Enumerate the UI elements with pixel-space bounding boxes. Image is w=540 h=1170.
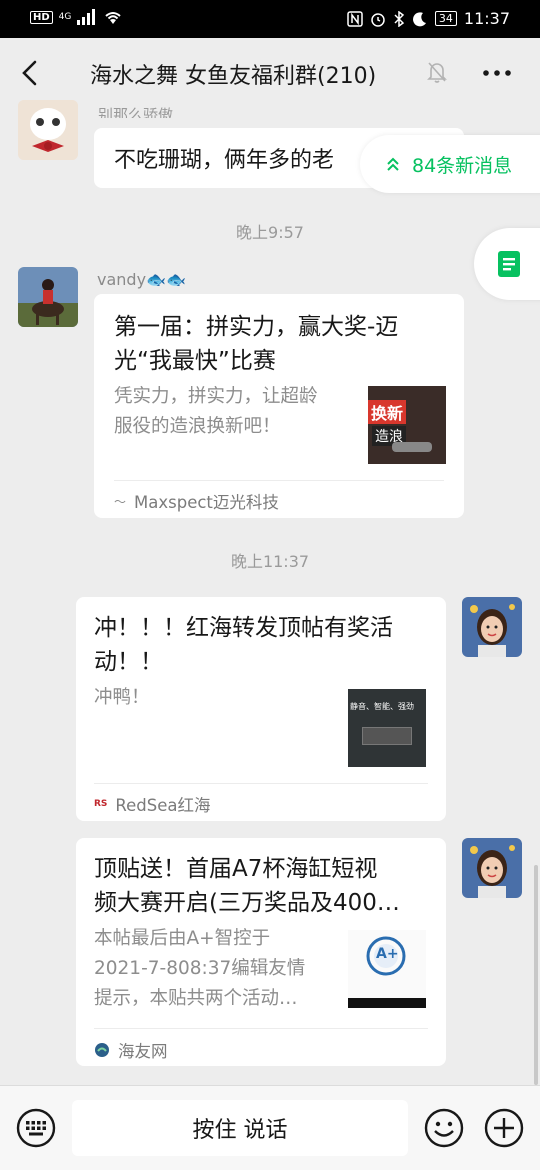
avatar-self[interactable]	[462, 838, 522, 898]
card-divider	[94, 1028, 428, 1029]
signal-icon	[77, 9, 96, 25]
keyboard-icon[interactable]	[16, 1108, 56, 1148]
card-title-line1: 第一届：拼实力，赢大奖-迈	[114, 314, 399, 340]
card-desc-line2: 服役的造浪换新吧！	[114, 416, 281, 437]
status-time: 11:37	[463, 9, 510, 28]
card-desc-line1: 本帖最后由A+智控于	[94, 928, 271, 949]
chat-title: 海水之舞 女鱼友福利群(210)	[90, 64, 377, 89]
input-bar: 按住 说话	[0, 1085, 540, 1170]
double-chevron-up-icon	[387, 157, 399, 171]
network-type: 4G	[58, 11, 72, 22]
alarm-icon	[371, 12, 385, 27]
hand-image	[392, 442, 432, 452]
timestamp: 晚上11:37	[230, 552, 310, 571]
back-icon[interactable]	[18, 58, 42, 88]
cat-avatar-icon	[18, 100, 78, 160]
emoji-icon[interactable]	[424, 1108, 464, 1148]
more-icon[interactable]	[482, 63, 512, 83]
card-divider	[94, 783, 428, 784]
document-icon	[498, 251, 520, 277]
wifi-icon	[105, 12, 122, 24]
card-source: RS RedSea红海	[94, 796, 211, 815]
bluetooth-icon	[394, 10, 405, 27]
message-text: 不吃珊瑚，俩年多的老	[114, 148, 335, 173]
nfc-icon	[347, 10, 363, 27]
shared-link-card[interactable]: 冲！！！红海转发顶帖有奖活 动！！ 冲鸭！ 静音、智能、强劲 RS RedSea…	[76, 597, 446, 821]
status-bar: HD 4G 34 11:37	[0, 0, 540, 38]
thumb-caption: A+	[376, 946, 399, 962]
new-messages-button[interactable]: 84条新消息	[360, 135, 540, 193]
sender-name: 别那么骄傲	[98, 106, 174, 118]
card-thumbnail: 静音、智能、强劲	[348, 689, 426, 767]
hd-badge: HD	[30, 10, 53, 24]
girl-avatar-icon	[462, 597, 522, 657]
card-desc-line1: 冲鸭！	[94, 687, 150, 708]
sender-name: vandy🐟🐟	[97, 270, 186, 289]
card-thumbnail: 换新 造浪	[368, 386, 446, 464]
card-title-line2: 动！！	[94, 649, 163, 675]
chat-area[interactable]: 别那么骄傲 不吃珊瑚，俩年多的老 晚上9:57 vandy🐟🐟 第一届：拼实力，…	[0, 100, 540, 1085]
a-plus-logo-icon	[348, 936, 426, 1008]
shared-link-card[interactable]: 第一届：拼实力，赢大奖-迈 光“我最快”比赛 凭实力，拼实力，让超龄 服役的造浪…	[94, 294, 464, 518]
plus-icon[interactable]	[484, 1108, 524, 1148]
avatar-vandy[interactable]	[18, 267, 78, 327]
avatar-self[interactable]	[462, 597, 522, 657]
card-title-line2: 光“我最快”比赛	[114, 348, 276, 374]
chat-scrollbar[interactable]	[534, 865, 538, 1085]
card-desc-line2: 2021-7-808:37编辑友情	[94, 958, 306, 979]
card-desc-line1: 凭实力，拼实力，让超龄	[114, 386, 318, 407]
moon-icon	[412, 11, 426, 26]
horse-rider-avatar-icon	[18, 267, 78, 327]
card-title-line1: 冲！！！红海转发顶帖有奖活	[94, 615, 393, 641]
timestamp: 晚上9:57	[236, 223, 304, 242]
shared-link-card[interactable]: 顶贴送！首届A7杯海缸短视 频大赛开启(三万奖品及400… 本帖最后由A+智控于…	[76, 838, 446, 1066]
card-desc-line3: 提示，本贴共两个活动…	[94, 988, 298, 1009]
thumb-caption: 静音、智能、强劲	[350, 702, 414, 711]
fish-emoji-icon: 🐟🐟	[146, 270, 186, 289]
card-source: 〜 Maxspect迈光科技	[114, 493, 279, 512]
group-notes-button[interactable]	[474, 228, 540, 300]
card-title-line2: 频大赛开启(三万奖品及400…	[94, 890, 400, 916]
card-source: 海友网	[94, 1038, 168, 1062]
battery-level: 34	[434, 11, 457, 26]
card-thumbnail: A+	[348, 930, 426, 1008]
redsea-logo-icon: RS	[94, 799, 108, 809]
maxspect-logo-icon: 〜	[114, 494, 127, 509]
haiyou-logo-icon	[95, 1043, 109, 1057]
product-image	[362, 727, 412, 745]
card-title-line1: 顶贴送！首届A7杯海缸短视	[94, 856, 378, 882]
thumb-caption: 换新	[368, 400, 407, 424]
hold-to-talk-button[interactable]: 按住 说话	[72, 1100, 408, 1156]
mute-bell-icon	[427, 62, 447, 83]
card-divider	[114, 480, 444, 481]
girl-avatar-icon	[462, 838, 522, 898]
avatar-cat[interactable]	[18, 100, 78, 160]
